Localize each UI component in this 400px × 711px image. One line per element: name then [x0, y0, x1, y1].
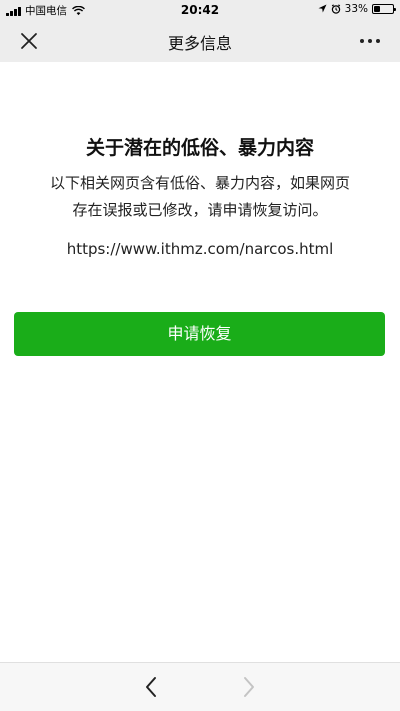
battery-percent: 33% [344, 3, 368, 15]
warning-description: 以下相关网页含有低俗、暴力内容，如果网页存在误报或已修改，请申请恢复访问。 [50, 174, 351, 219]
warning-title: 关于潜在的低俗、暴力内容 [85, 137, 314, 159]
chevron-left-icon[interactable] [141, 675, 161, 699]
bottom-toolbar [0, 662, 400, 711]
restore-access-button[interactable]: 申请恢复 [14, 312, 385, 356]
nav-bar: 更多信息 [0, 20, 400, 62]
chevron-right-icon [244, 677, 254, 697]
battery-fill [374, 6, 380, 12]
location-arrow-icon [318, 4, 327, 13]
status-right: 33% [318, 3, 396, 15]
blocked-url: https://www.ithmz.com/narcos.html [66, 240, 334, 258]
alarm-clock-icon [331, 4, 340, 14]
more-icon[interactable] [358, 33, 382, 49]
battery-icon [372, 4, 396, 14]
page-title: 更多信息 [167, 34, 232, 53]
status-bar: 中国电信 20:42 33% [0, 0, 400, 20]
